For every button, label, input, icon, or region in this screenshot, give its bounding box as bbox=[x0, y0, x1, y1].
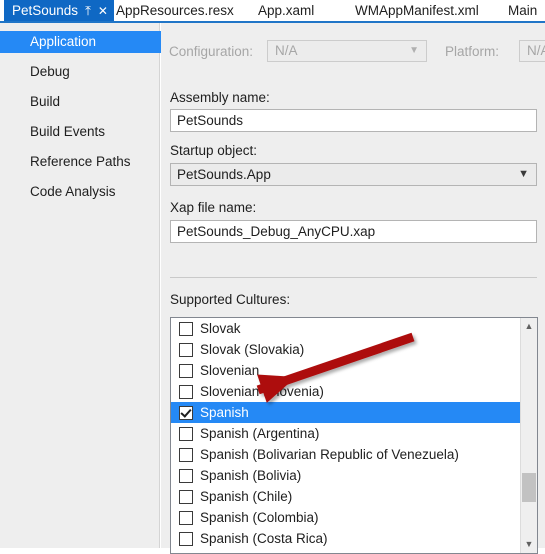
sidebar-item-reference-paths[interactable]: Reference Paths bbox=[0, 151, 159, 173]
tab-label: AppResources.resx bbox=[116, 0, 234, 21]
list-item[interactable]: Slovak bbox=[171, 318, 537, 339]
culture-name: Slovenian bbox=[200, 360, 259, 381]
supported-cultures-listbox[interactable]: SlovakSlovak (Slovakia)SlovenianSlovenia… bbox=[170, 317, 538, 554]
application-settings-pane: Configuration: N/A ▼ Platform: N/A Assem… bbox=[161, 23, 545, 548]
supported-cultures-label: Supported Cultures: bbox=[170, 292, 290, 307]
editor-tab-appresources-resx[interactable]: AppResources.resx bbox=[116, 0, 234, 21]
culture-name: Spanish (Dominican Republic) bbox=[200, 549, 382, 554]
tab-label: Main bbox=[508, 0, 537, 21]
chevron-up-icon[interactable]: ▲ bbox=[521, 318, 537, 335]
xap-file-name-label: Xap file name: bbox=[170, 200, 256, 215]
sidebar-item-debug[interactable]: Debug bbox=[0, 61, 159, 83]
list-item[interactable]: Slovak (Slovakia) bbox=[171, 339, 537, 360]
startup-object-dropdown[interactable]: PetSounds.App ▼ bbox=[170, 163, 537, 186]
configuration-row: Configuration: N/A ▼ Platform: N/A bbox=[169, 40, 539, 64]
tab-label: WMAppManifest.xml bbox=[355, 0, 479, 21]
culture-name: Spanish (Bolivia) bbox=[200, 465, 301, 486]
sidebar-item-label: Code Analysis bbox=[30, 184, 116, 199]
project-properties-sidebar: Application Debug Build Build Events Referen… bbox=[0, 23, 160, 548]
sidebar-item-label: Debug bbox=[30, 64, 70, 79]
startup-object-label: Startup object: bbox=[170, 143, 257, 158]
culture-name: Spanish bbox=[200, 402, 249, 423]
xap-file-name-input[interactable]: PetSounds_Debug_AnyCPU.xap bbox=[170, 220, 537, 243]
checkbox-icon[interactable] bbox=[179, 469, 193, 483]
culture-name: Spanish (Chile) bbox=[200, 486, 292, 507]
culture-name: Spanish (Colombia) bbox=[200, 507, 319, 528]
list-item[interactable]: Spanish (Dominican Republic) bbox=[171, 549, 537, 554]
list-item[interactable]: Spanish bbox=[171, 402, 537, 423]
section-divider bbox=[170, 277, 537, 278]
checkbox-icon[interactable] bbox=[179, 490, 193, 504]
chevron-down-icon: ▼ bbox=[518, 164, 529, 185]
culture-name: Spanish (Bolivarian Republic of Venezuel… bbox=[200, 444, 459, 465]
sidebar-item-label: Build Events bbox=[30, 124, 105, 139]
scrollbar-thumb[interactable] bbox=[522, 473, 536, 502]
list-item[interactable]: Spanish (Colombia) bbox=[171, 507, 537, 528]
checkbox-icon[interactable] bbox=[179, 448, 193, 462]
sidebar-item-build-events[interactable]: Build Events bbox=[0, 121, 159, 143]
sidebar-item-label: Reference Paths bbox=[30, 154, 131, 169]
configuration-label: Configuration: bbox=[169, 44, 253, 59]
checkbox-icon[interactable] bbox=[179, 322, 193, 336]
editor-tab-main[interactable]: Main bbox=[508, 0, 537, 21]
startup-object-value: PetSounds.App bbox=[177, 167, 271, 182]
list-item[interactable]: Spanish (Costa Rica) bbox=[171, 528, 537, 549]
close-icon[interactable]: ✕ bbox=[98, 5, 108, 17]
assembly-name-label: Assembly name: bbox=[170, 90, 270, 105]
configuration-dropdown[interactable]: N/A ▼ bbox=[267, 40, 427, 62]
platform-dropdown[interactable]: N/A bbox=[519, 40, 545, 62]
list-item[interactable]: Spanish (Bolivia) bbox=[171, 465, 537, 486]
sidebar-item-code-analysis[interactable]: Code Analysis bbox=[0, 181, 159, 203]
configuration-value: N/A bbox=[275, 43, 298, 58]
list-item[interactable]: Spanish (Argentina) bbox=[171, 423, 537, 444]
chevron-down-icon[interactable]: ▼ bbox=[521, 536, 537, 553]
editor-tab-app-xaml[interactable]: App.xaml bbox=[258, 0, 314, 21]
sidebar-item-label: Build bbox=[30, 94, 60, 109]
list-item[interactable]: Spanish (Bolivarian Republic of Venezuel… bbox=[171, 444, 537, 465]
platform-value: N/A bbox=[527, 43, 545, 58]
chevron-down-icon: ▼ bbox=[409, 41, 419, 61]
list-item[interactable]: Slovenian bbox=[171, 360, 537, 381]
culture-name: Slovak bbox=[200, 318, 241, 339]
culture-name: Slovenian (Slovenia) bbox=[200, 381, 324, 402]
checkbox-icon[interactable] bbox=[179, 427, 193, 441]
tab-label: App.xaml bbox=[258, 0, 314, 21]
sidebar-item-label: Application bbox=[30, 34, 96, 49]
culture-name: Slovak (Slovakia) bbox=[200, 339, 304, 360]
pin-icon[interactable]: ⤒ bbox=[85, 4, 91, 17]
editor-tab-wmappmanifest-xml[interactable]: WMAppManifest.xml bbox=[355, 0, 479, 21]
sidebar-item-application[interactable]: Application bbox=[0, 31, 170, 53]
cultures-scrollbar[interactable]: ▲ ▼ bbox=[520, 318, 537, 553]
checkbox-icon[interactable] bbox=[179, 364, 193, 378]
list-item[interactable]: Slovenian (Slovenia) bbox=[171, 381, 537, 402]
checkbox-icon[interactable] bbox=[179, 532, 193, 546]
list-item[interactable]: Spanish (Chile) bbox=[171, 486, 537, 507]
checkbox-checked-icon[interactable] bbox=[179, 406, 193, 420]
sidebar-item-build[interactable]: Build bbox=[0, 91, 159, 113]
checkbox-icon[interactable] bbox=[179, 511, 193, 525]
culture-name: Spanish (Argentina) bbox=[200, 423, 319, 444]
culture-rows-container: SlovakSlovak (Slovakia)SlovenianSlovenia… bbox=[171, 318, 537, 554]
checkbox-icon[interactable] bbox=[179, 343, 193, 357]
checkbox-icon[interactable] bbox=[179, 385, 193, 399]
culture-name: Spanish (Costa Rica) bbox=[200, 528, 328, 549]
assembly-name-input[interactable]: PetSounds bbox=[170, 109, 537, 132]
tab-label: PetSounds bbox=[12, 0, 78, 21]
editor-tab-strip: PetSounds ⤒ ✕ AppResources.resx App.xaml WMAp… bbox=[0, 0, 545, 23]
editor-tab-petsounds[interactable]: PetSounds ⤒ ✕ bbox=[4, 0, 114, 21]
platform-label: Platform: bbox=[445, 44, 499, 59]
